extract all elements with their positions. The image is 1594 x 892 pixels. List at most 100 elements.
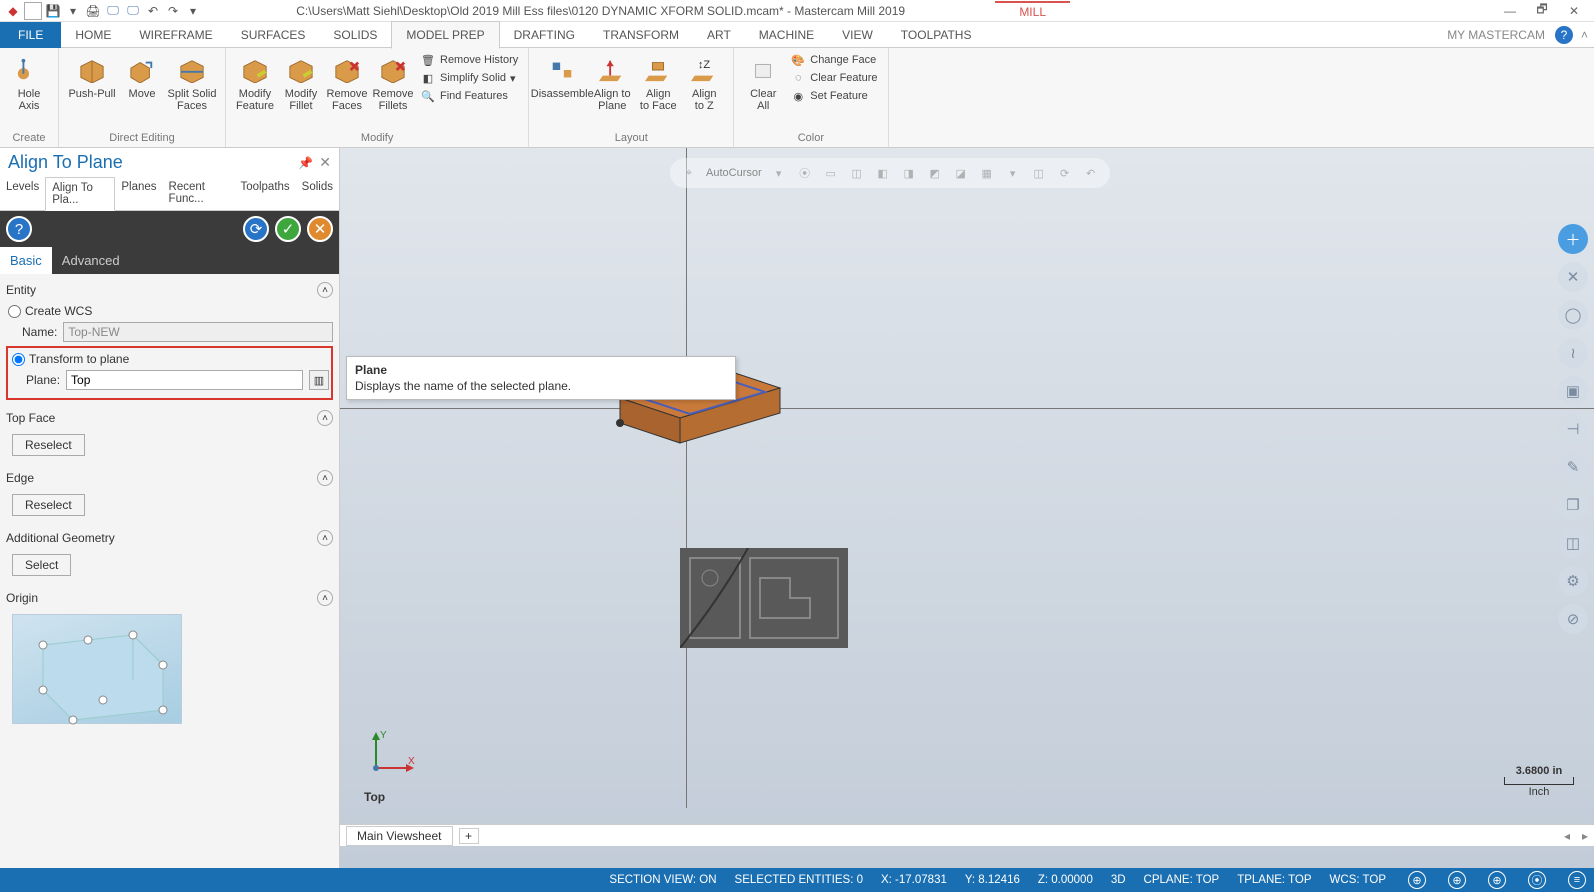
rt-add-icon[interactable]: ＋ xyxy=(1558,224,1588,254)
additional-select-button[interactable]: Select xyxy=(12,554,71,576)
plane-input[interactable] xyxy=(66,370,303,390)
push-pull-button[interactable]: Push-Pull xyxy=(65,50,119,104)
save-icon[interactable]: 💾 xyxy=(44,2,62,20)
tab-solids[interactable]: SOLIDS xyxy=(319,22,391,48)
panel-tab-align[interactable]: Align To Pla... xyxy=(45,177,115,211)
restore-button[interactable]: 🗗 xyxy=(1530,2,1554,20)
edge-reselect-button[interactable]: Reselect xyxy=(12,494,85,516)
save-dropdown-icon[interactable]: ▾ xyxy=(64,2,82,20)
tab-surfaces[interactable]: SURFACES xyxy=(227,22,320,48)
tab-drafting[interactable]: DRAFTING xyxy=(500,22,589,48)
split-solid-faces-button[interactable]: Split Solid Faces xyxy=(165,50,219,116)
rt-tool1-icon[interactable]: ✕ xyxy=(1558,262,1588,292)
tb-xyz-icon[interactable]: ⦿ xyxy=(796,164,814,182)
clear-all-button[interactable]: Clear All xyxy=(740,50,786,116)
sb-icon4[interactable]: ⦿ xyxy=(1528,871,1546,889)
cursor-icon[interactable]: ⌖ xyxy=(680,164,698,182)
rt-tool5-icon[interactable]: ⊣ xyxy=(1558,414,1588,444)
plane-picker-icon[interactable]: ▥ xyxy=(309,370,329,390)
align-to-z-button[interactable]: ↕ZAlign to Z xyxy=(681,50,727,116)
panel-apply-icon[interactable]: ⟳ xyxy=(243,216,269,242)
rt-tool7-icon[interactable]: ❐ xyxy=(1558,490,1588,520)
tab-toolpaths[interactable]: TOOLPATHS xyxy=(887,22,986,48)
status-tplane[interactable]: TPLANE: TOP xyxy=(1237,874,1311,886)
hole-axis-button[interactable]: Hole Axis xyxy=(6,50,52,116)
viewsheet-left-icon[interactable]: ◂ xyxy=(1564,829,1576,843)
rt-tool4-icon[interactable]: ▣ xyxy=(1558,376,1588,406)
screen-icon[interactable]: 🖵 xyxy=(104,2,122,20)
transform-to-plane-radio[interactable] xyxy=(12,353,25,366)
panel-tab-recent[interactable]: Recent Func... xyxy=(163,177,235,210)
tb-sel9-icon[interactable]: ◫ xyxy=(1030,164,1048,182)
tb-sel5-icon[interactable]: ◩ xyxy=(926,164,944,182)
close-button[interactable]: ✕ xyxy=(1562,2,1586,20)
subtab-advanced[interactable]: Advanced xyxy=(52,247,130,274)
sb-icon3[interactable]: ⊕ xyxy=(1488,871,1506,889)
tab-transform[interactable]: TRANSFORM xyxy=(589,22,693,48)
redo-icon[interactable]: ↷ xyxy=(164,2,182,20)
viewport[interactable]: ⌖ AutoCursor ▾ ⦿ ▭ ◫ ◧ ◨ ◩ ◪ ▦ ▾ ◫ ⟳ ↶ ＋… xyxy=(340,148,1594,868)
help-icon[interactable]: ? xyxy=(1555,26,1573,44)
print-icon[interactable]: 🖨 xyxy=(84,2,102,20)
tb-sel3-icon[interactable]: ◧ xyxy=(874,164,892,182)
viewsheet-right-icon[interactable]: ▸ xyxy=(1582,829,1594,843)
qat-more-icon[interactable]: ▾ xyxy=(184,2,202,20)
tab-art[interactable]: ART xyxy=(693,22,745,48)
rt-tool3-icon[interactable]: ≀ xyxy=(1558,338,1588,368)
tab-home[interactable]: HOME xyxy=(61,22,125,48)
topface-reselect-button[interactable]: Reselect xyxy=(12,434,85,456)
change-face-button[interactable]: 🎨Change Face xyxy=(790,52,877,68)
tb-sel1-icon[interactable]: ▭ xyxy=(822,164,840,182)
autocursor-label[interactable]: AutoCursor xyxy=(706,167,762,179)
panel-ok-icon[interactable]: ✓ xyxy=(275,216,301,242)
tab-view[interactable]: VIEW xyxy=(828,22,887,48)
tb-refresh-icon[interactable]: ⟳ xyxy=(1056,164,1074,182)
simplify-solid-button[interactable]: ◧Simplify Solid ▾ xyxy=(420,70,518,86)
status-section-view[interactable]: SECTION VIEW: ON xyxy=(609,874,716,886)
disassemble-button[interactable]: Disassemble xyxy=(535,50,589,104)
file-tab[interactable]: FILE xyxy=(0,22,61,48)
status-wcs[interactable]: WCS: TOP xyxy=(1330,874,1386,886)
tab-wireframe[interactable]: WIREFRAME xyxy=(125,22,226,48)
edge-collapse-icon[interactable]: ˄ xyxy=(317,470,333,486)
viewsheet-add-icon[interactable]: + xyxy=(459,828,479,844)
sb-icon5[interactable]: ≡ xyxy=(1568,871,1586,889)
sb-icon2[interactable]: ⊕ xyxy=(1448,871,1466,889)
panel-tab-solids[interactable]: Solids xyxy=(296,177,339,210)
clear-feature-button[interactable]: ◌Clear Feature xyxy=(790,70,877,86)
create-wcs-radio[interactable] xyxy=(8,305,21,318)
remove-faces-button[interactable]: Remove Faces xyxy=(324,50,370,116)
set-feature-button[interactable]: ◉Set Feature xyxy=(790,88,877,104)
origin-preview[interactable] xyxy=(12,614,182,724)
ribbon-collapse-icon[interactable]: ˄ xyxy=(1581,28,1594,42)
rt-tool9-icon[interactable]: ⚙ xyxy=(1558,566,1588,596)
entity-collapse-icon[interactable]: ˄ xyxy=(317,282,333,298)
new-file-icon[interactable]: □ xyxy=(24,2,42,20)
context-tab-mill[interactable]: MILL xyxy=(995,1,1070,21)
screen2-icon[interactable]: 🖵 xyxy=(124,2,142,20)
panel-tab-levels[interactable]: Levels xyxy=(0,177,45,210)
tb-sel4-icon[interactable]: ◨ xyxy=(900,164,918,182)
panel-tab-toolpaths[interactable]: Toolpaths xyxy=(234,177,295,210)
align-to-face-button[interactable]: Align to Face xyxy=(635,50,681,116)
subtab-basic[interactable]: Basic xyxy=(0,247,52,274)
remove-fillets-button[interactable]: Remove Fillets xyxy=(370,50,416,116)
additional-collapse-icon[interactable]: ˄ xyxy=(317,530,333,546)
pin-icon[interactable]: 📌 xyxy=(298,156,313,170)
tb-sel6-icon[interactable]: ◪ xyxy=(952,164,970,182)
modify-fillet-button[interactable]: Modify Fillet xyxy=(278,50,324,116)
modify-feature-button[interactable]: Modify Feature xyxy=(232,50,278,116)
tb-sel7-icon[interactable]: ▦ xyxy=(978,164,996,182)
panel-tab-planes[interactable]: Planes xyxy=(115,177,162,210)
panel-close-icon[interactable]: ✕ xyxy=(319,154,331,171)
remove-history-button[interactable]: 🗑Remove History xyxy=(420,52,518,68)
tb-sel2-icon[interactable]: ◫ xyxy=(848,164,866,182)
panel-help-icon[interactable]: ? xyxy=(6,216,32,242)
tb-dropdown-icon[interactable]: ▾ xyxy=(770,164,788,182)
rt-tool8-icon[interactable]: ◫ xyxy=(1558,528,1588,558)
tb-sel8-icon[interactable]: ▾ xyxy=(1004,164,1022,182)
panel-cancel-icon[interactable]: ✕ xyxy=(307,216,333,242)
topface-collapse-icon[interactable]: ˄ xyxy=(317,410,333,426)
status-mode[interactable]: 3D xyxy=(1111,874,1126,886)
origin-collapse-icon[interactable]: ˄ xyxy=(317,590,333,606)
